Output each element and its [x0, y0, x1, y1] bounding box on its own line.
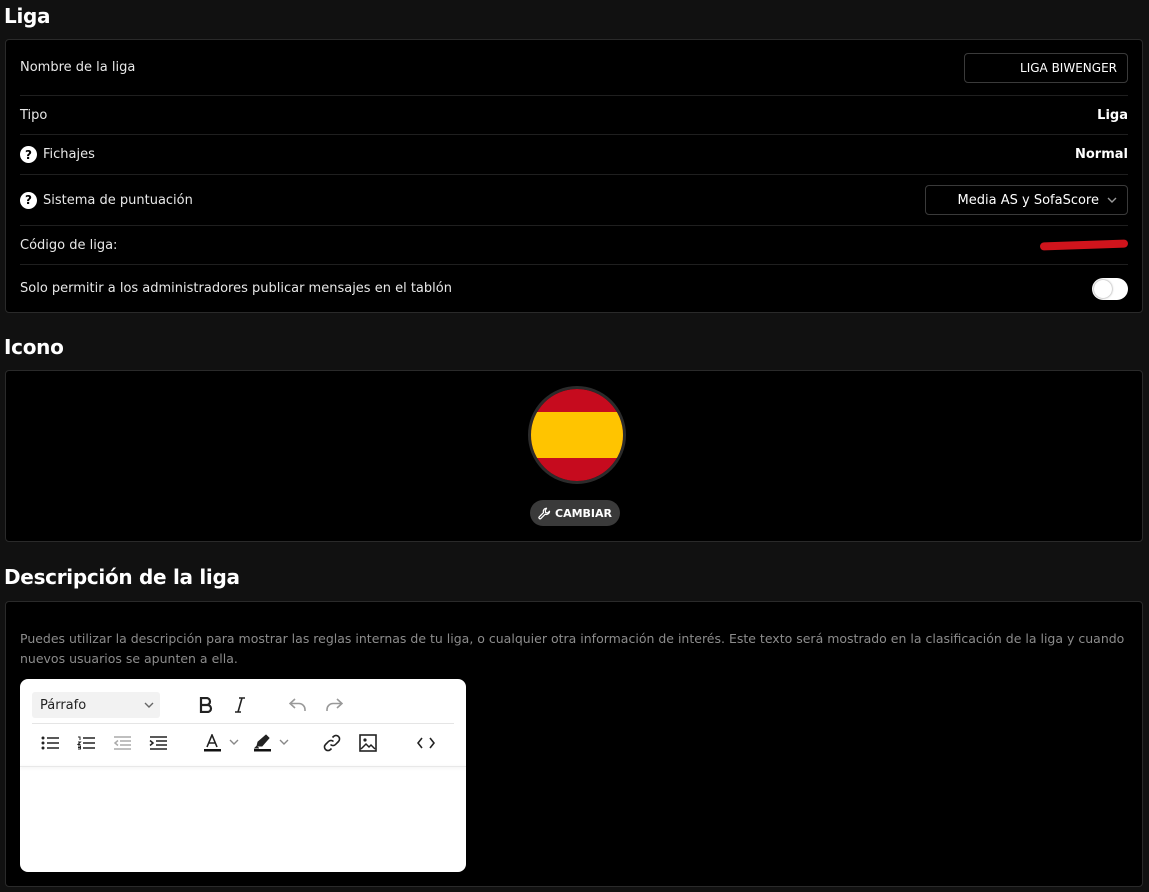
text-color-icon[interactable] [202, 729, 244, 757]
editor-toolbar-row-2 [32, 725, 454, 761]
paragraph-format-select[interactable]: Párrafo [32, 692, 160, 718]
indent-icon[interactable] [144, 729, 172, 757]
editor-toolbar-row-1: Párrafo [32, 687, 454, 724]
wrench-icon [538, 507, 551, 520]
change-icon-button[interactable]: CAMBIAR [530, 500, 620, 526]
help-icon[interactable]: ? [20, 191, 37, 209]
undo-icon[interactable] [284, 691, 312, 719]
code-icon[interactable] [412, 729, 440, 757]
league-name-label: Nombre de la liga [20, 60, 136, 75]
admin-only-row: Solo permitir a los administradores publ… [20, 265, 1128, 312]
bold-icon[interactable] [192, 691, 220, 719]
scoring-select[interactable]: Media AS y SofaScore [924, 185, 1128, 215]
paragraph-format-value: Párrafo [40, 697, 87, 713]
tipo-label: Tipo [20, 107, 48, 123]
fichajes-label: Fichajes [43, 147, 95, 162]
chevron-down-icon [144, 702, 154, 708]
league-code-redacted [1039, 239, 1129, 251]
outdent-icon[interactable] [108, 729, 136, 757]
tipo-value: Liga [1097, 107, 1128, 123]
league-icon-flag [528, 386, 626, 484]
help-icon[interactable]: ? [20, 146, 37, 163]
icono-section-title: Icono [4, 335, 64, 359]
change-icon-label: CAMBIAR [555, 506, 612, 520]
image-icon[interactable] [354, 729, 382, 757]
liga-section-title: Liga [4, 4, 51, 28]
league-code-label: Código de liga: [20, 237, 118, 253]
tipo-row: Tipo Liga [20, 96, 1128, 135]
editor-content-area[interactable] [20, 769, 466, 872]
league-code-row: Código de liga: [20, 226, 1129, 265]
editor-toolbar-divider [20, 766, 466, 767]
descripcion-panel: Puedes utilizar la descripción para most… [5, 601, 1143, 887]
italic-icon[interactable] [226, 691, 254, 719]
icono-panel: CAMBIAR [5, 370, 1143, 542]
numbered-list-icon[interactable] [72, 729, 100, 757]
scoring-select-value: Media AS y SofaScore [957, 192, 1099, 208]
description-help-text: Puedes utilizar la descripción para most… [20, 631, 1125, 666]
fichajes-value: Normal [1075, 147, 1128, 162]
rich-text-editor[interactable]: Párrafo [20, 679, 466, 872]
scoring-label: Sistema de puntuación [43, 192, 193, 208]
admin-only-toggle[interactable] [1092, 277, 1128, 300]
highlight-icon[interactable] [252, 729, 294, 757]
admin-only-label: Solo permitir a los administradores publ… [20, 281, 452, 296]
fichajes-row: ? Fichajes Normal [20, 135, 1128, 175]
redo-icon[interactable] [320, 691, 348, 719]
descripcion-section-title: Descripción de la liga [4, 565, 240, 589]
link-icon[interactable] [318, 729, 346, 757]
league-name-row: Nombre de la liga [20, 40, 1128, 96]
bullet-list-icon[interactable] [36, 729, 64, 757]
chevron-down-icon [1107, 197, 1117, 203]
scoring-row: ? Sistema de puntuación Media AS y SofaS… [20, 175, 1128, 226]
liga-settings-panel: Nombre de la liga Tipo Liga ? Fichajes N… [5, 39, 1143, 313]
toggle-knob [1094, 279, 1112, 298]
league-name-input[interactable] [964, 52, 1128, 83]
